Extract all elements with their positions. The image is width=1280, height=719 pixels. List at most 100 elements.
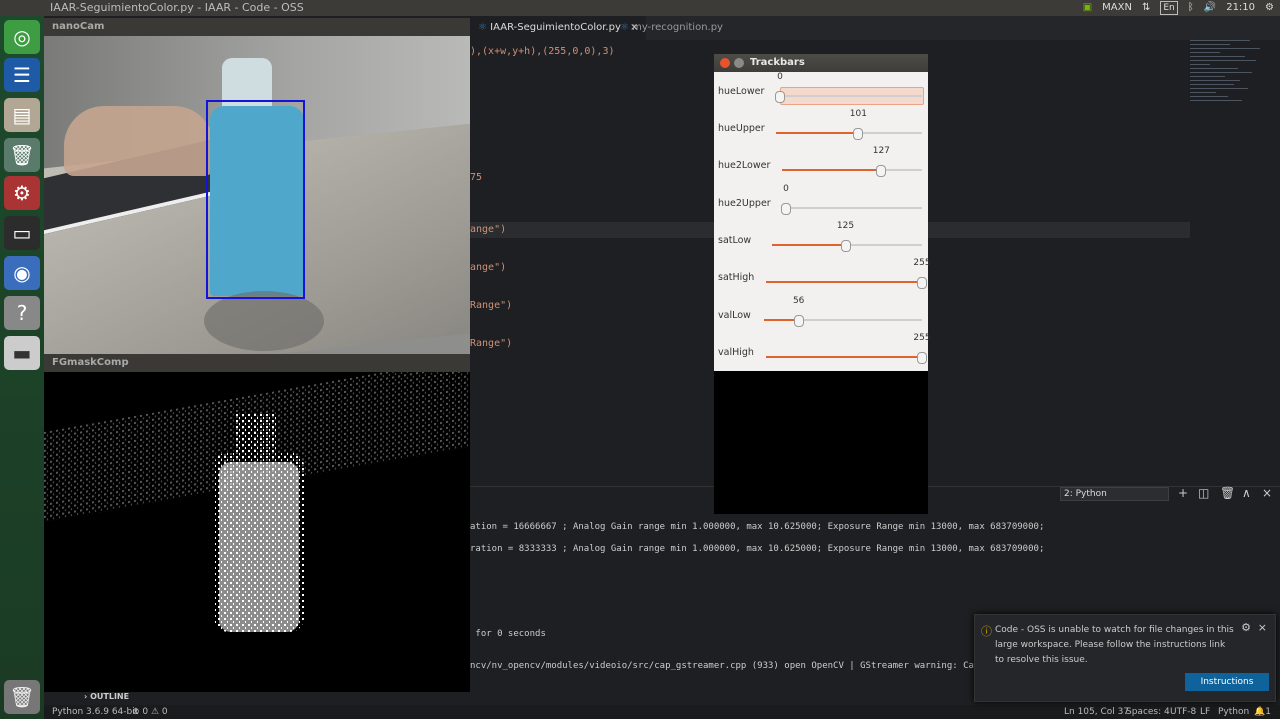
add-terminal-icon[interactable]: + [1178,486,1188,500]
terminal-line: ncv/nv_opencv/modules/videoio/src/cap_gs… [470,661,985,671]
trackbars-panel: hueLower 0 hueUpper 101 hue2Lower 127 hue2Uppe… [714,72,931,371]
split-terminal-icon[interactable]: ◫ [1198,486,1209,500]
trackbar-value: 0 [777,72,783,82]
mask-noise [44,372,470,632]
clock[interactable]: 21:10 [1226,0,1255,16]
trackbar-handle[interactable] [853,128,864,140]
mask-window[interactable]: FGmaskComp [44,354,470,372]
trackbar-handle[interactable] [781,203,791,215]
trackbar-fill [766,356,922,358]
chromium-icon[interactable]: ◉ [4,256,40,290]
gear-icon[interactable]: ⚙ [1241,621,1251,634]
notification-message: Code - OSS is unable to watch for file c… [995,625,1234,665]
trackbar-label: hueUpper [718,123,765,134]
terminal-line: for 0 seconds [470,629,546,639]
python-interpreter[interactable]: Python 3.6.9 64-bit [52,705,138,719]
trash-icon[interactable]: 🗑 [4,138,40,172]
trackbar-handle[interactable] [775,91,785,103]
code-editor-icon[interactable]: ☰ [4,58,40,92]
close-icon[interactable]: × [1258,621,1267,634]
trackbar-slider[interactable] [782,165,922,177]
trackbar-handle[interactable] [793,315,804,327]
terminal-selector[interactable]: 2: Python [1060,487,1169,501]
trackbar-satLow: satLow 125 [714,221,928,258]
instructions-button[interactable]: Instructions [1185,673,1269,691]
trackbar-handle[interactable] [917,352,927,364]
trackbar-handle[interactable] [840,240,851,252]
trackbars-window[interactable]: Trackbars hueLower 0 hueUpper 101 hue2Lower 1… [714,54,931,514]
nvidia-icon[interactable]: ▣ [1083,0,1092,16]
keyboard-layout[interactable]: En [1160,1,1178,15]
cursor-position[interactable]: Ln 105, Col 37 [1064,705,1129,719]
trackbar-fill [776,132,859,134]
tracking-bounding-box [206,100,305,299]
system-tray: ▣ MAXN ⇅ En ᛒ 🔊 21:10 ⚙ [1083,0,1274,16]
trackbar-hue2Lower: hue2Lower 127 [714,146,928,183]
drive-icon[interactable]: ▬ [4,336,40,370]
trackbars-titlebar: Trackbars [714,54,928,72]
trackbar-label: valHigh [718,347,754,358]
code-line: Range") [470,300,513,311]
code-line: 75 [470,172,483,183]
maximize-panel-icon[interactable]: ∧ [1242,486,1251,500]
ubuntu-icon[interactable]: ◎ [4,20,40,54]
trackbar-handle[interactable] [876,165,887,177]
trackbar-value: 127 [872,146,890,156]
trackbar-slider[interactable] [766,277,927,289]
help-icon[interactable]: ? [4,296,40,330]
trackbar-slider[interactable] [776,128,922,140]
outline-section[interactable]: › OUTLINE [84,692,129,701]
python-file-icon: ⚛ [478,22,487,33]
code-line: ange") [470,224,507,235]
terminal-line: ation = 16666667 ; Analog Gain range min… [470,522,1045,532]
trash-bin-icon[interactable]: 🗑 [4,680,40,714]
launcher: ◎ ☰ ▤ 🗑 ⚙ ▭ ◉ ? ▬ 🗑 [0,16,44,719]
trackbar-label: hueLower [718,86,765,97]
trackbar-value: 56 [792,296,805,306]
language-mode[interactable]: Python [1218,705,1249,719]
trackbar-slider[interactable] [775,91,922,103]
indentation[interactable]: Spaces: 4 [1126,705,1170,719]
power-mode-label[interactable]: MAXN [1102,0,1132,16]
minimize-window-icon[interactable] [734,58,744,68]
window-title: IAAR-SeguimientoColor.py - IAAR - Code -… [50,1,304,14]
outline-label: OUTLINE [90,692,130,701]
camera-window-title: nanoCam [44,18,470,36]
terminal-icon[interactable]: ▭ [4,216,40,250]
end-of-line[interactable]: LF [1200,705,1210,719]
code-line: ),(x+w,y+h),(255,0,0),3) [470,46,615,57]
trackbar-hueUpper: hueUpper 101 [714,109,928,146]
trackbar-slider[interactable] [781,203,922,215]
close-panel-icon[interactable]: × [1262,486,1272,500]
files-icon[interactable]: ▤ [4,98,40,132]
network-icon[interactable]: ⇅ [1142,0,1150,16]
trackbar-satHigh: satHigh 255 [714,258,931,295]
kill-terminal-icon[interactable]: 🗑 [1220,486,1235,500]
trackbar-fill [782,169,882,171]
trackbar-value: 0 [783,184,789,194]
trackbar-value: 255 [913,333,931,343]
trackbar-handle[interactable] [917,277,927,289]
volume-icon[interactable]: 🔊 [1204,0,1216,16]
settings-icon[interactable]: ⚙ [4,176,40,210]
trackbar-slider[interactable] [764,315,922,327]
trackbar-slider[interactable] [766,352,927,364]
trackbar-hueLower: hueLower 0 [714,72,928,109]
notifications-bell-icon[interactable]: 🔔 1 [1254,705,1271,719]
close-window-icon[interactable] [720,58,730,68]
trackbar-slider[interactable] [772,240,922,252]
editor-tabs: ⚛ IAAR-SeguimientoColor.py × ⚛ my-recogn… [470,16,1280,40]
gear-icon[interactable]: ⚙ [1265,0,1274,16]
trackbar-value: 125 [836,221,855,231]
problems-count[interactable]: ⊗ 0 ⚠ 0 [132,705,168,719]
minimap[interactable] [1190,40,1276,230]
encoding[interactable]: UTF-8 [1170,705,1196,719]
terminal-line: ration = 8333333 ; Analog Gain range min… [470,544,1045,554]
bottle-shadow [204,291,324,351]
notification-toast: ⓘ Code - OSS is unable to watch for file… [974,614,1276,702]
foreground-mask [44,372,470,692]
trackbar-label: hue2Lower [718,160,771,171]
bluetooth-icon[interactable]: ᛒ [1188,0,1194,16]
tab-my-recognition[interactable]: ⚛ my-recognition.py [612,16,731,40]
python-file-icon: ⚛ [620,22,629,33]
